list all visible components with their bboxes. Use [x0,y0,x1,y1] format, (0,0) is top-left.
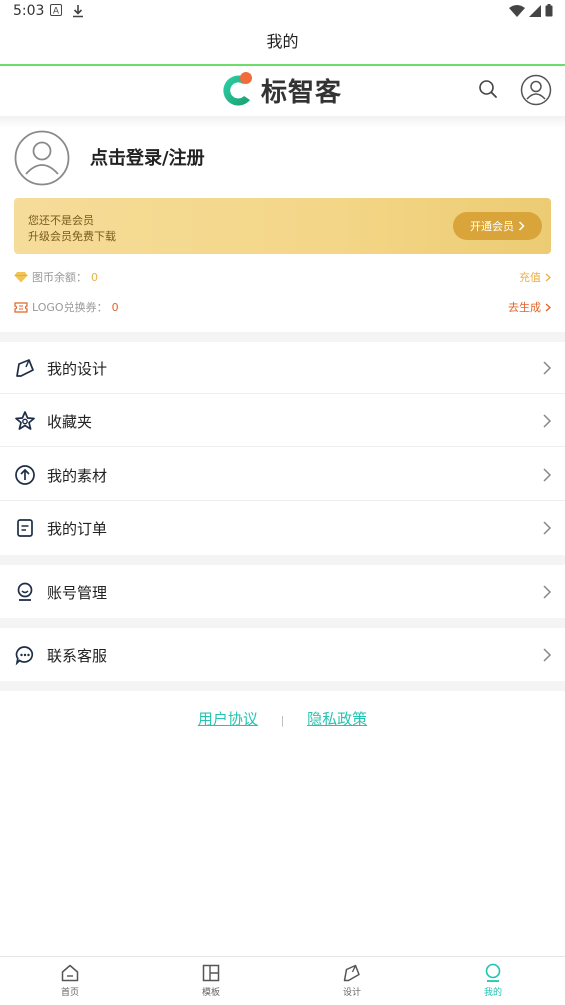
logo-voucher-label: LOGO兑换券： [32,301,108,314]
section-gap [0,332,565,342]
diamond-icon [14,272,28,283]
brand-logo-icon [223,72,252,106]
download-icon [73,5,83,18]
status-left-icons: A [50,4,84,18]
chevron-right-icon [545,273,551,281]
order-document-icon [17,519,33,537]
header-shadow [0,116,565,128]
ticket-icon [14,301,28,313]
nav-tab-design[interactable]: 设计 [322,963,382,998]
logo-voucher-row: LOGO兑换券： 0 去生成 [14,297,551,317]
divider [0,500,565,501]
footer-links: 用户协议 | 隐私政策 [0,708,565,732]
profile-icon [485,963,501,982]
design-pen-icon [16,359,34,377]
coin-balance-label: 图币余额： [32,271,87,284]
recharge-label: 充值 [519,271,541,284]
nav-label: 我的 [483,988,502,998]
search-icon[interactable] [477,78,499,100]
menu-label: 收藏夹 [47,413,93,431]
vip-banner: 您还不是会员 升级会员免费下载 开通会员 [14,198,551,254]
nav-tab-templates[interactable]: 模板 [181,963,241,998]
signal-icon [529,4,541,17]
battery-icon [545,4,553,17]
menu-item-account-management[interactable]: 账号管理 [0,566,565,618]
recharge-link[interactable]: 充值 [519,269,551,285]
menu-item-my-designs[interactable]: 我的设计 [0,342,565,394]
nav-tab-mine[interactable]: 我的 [463,963,523,998]
vip-status-text: 您还不是会员 [28,214,94,227]
chevron-right-icon [543,468,552,482]
brand-name: 标智客 [261,77,343,108]
upload-circle-icon [15,465,35,485]
menu-label: 我的设计 [47,360,108,378]
nav-label: 设计 [342,988,361,998]
open-vip-label: 开通会员 [470,220,514,233]
divider [0,393,565,394]
account-icon [17,582,33,601]
section-gap [0,555,565,565]
menu-label: 我的订单 [47,520,108,538]
chevron-right-icon [543,585,552,599]
open-vip-button[interactable]: 开通会员 [453,212,542,240]
generate-label: 去生成 [508,301,541,314]
section-gap [0,681,565,691]
favorite-star-icon [15,411,35,430]
chevron-right-icon [543,521,552,535]
generate-link[interactable]: 去生成 [508,299,551,315]
section-gap [0,618,565,628]
nav-tab-home[interactable]: 首页 [40,963,100,998]
template-grid-icon [202,964,220,982]
svg-text:A: A [53,7,60,17]
profile-section[interactable]: 点击登录/注册 [14,128,554,188]
chevron-right-icon [545,303,551,311]
wifi-icon [509,4,525,17]
chevron-right-icon [518,221,525,231]
chevron-right-icon [543,361,552,375]
page-title: 我的 [266,32,299,51]
user-agreement-link[interactable]: 用户协议 [198,710,258,728]
coin-balance-row: 图币余额： 0 充值 [14,267,551,287]
status-time: 5:03 [13,3,45,19]
bottom-navigation: 首页 模板 设计 我的 [0,956,565,1005]
chevron-right-icon [543,648,552,662]
chevron-right-icon [543,414,552,428]
brand-logo: 标智客 [219,70,342,110]
profile-avatar-icon[interactable] [14,130,70,186]
status-bar: 5:03 A [0,0,565,24]
notification-a-icon: A [50,4,62,16]
menu-label: 账号管理 [47,584,108,602]
status-right-icons [509,4,553,17]
chat-bubble-icon [15,646,34,666]
home-icon [61,964,79,982]
menu-item-my-orders[interactable]: 我的订单 [0,502,565,554]
privacy-policy-link[interactable]: 隐私政策 [307,710,367,728]
user-avatar-icon[interactable] [520,74,552,106]
vip-benefit-text: 升级会员免费下载 [28,230,116,243]
menu-label: 联系客服 [47,647,108,665]
divider [0,446,565,447]
login-register-link[interactable]: 点击登录/注册 [90,144,205,170]
menu-item-customer-service[interactable]: 联系客服 [0,629,565,681]
menu-label: 我的素材 [47,467,108,485]
nav-label: 模板 [201,988,220,998]
nav-label: 首页 [60,988,79,998]
app-header: 标智客 [0,66,565,118]
title-bar: 我的 [0,26,565,64]
design-pen-icon [343,964,360,982]
logo-voucher-value: 0 [111,300,119,314]
menu-item-favorites[interactable]: 收藏夹 [0,395,565,447]
menu-item-my-materials[interactable]: 我的素材 [0,449,565,501]
footer-separator: | [280,714,285,727]
coin-balance-value: 0 [91,270,98,284]
